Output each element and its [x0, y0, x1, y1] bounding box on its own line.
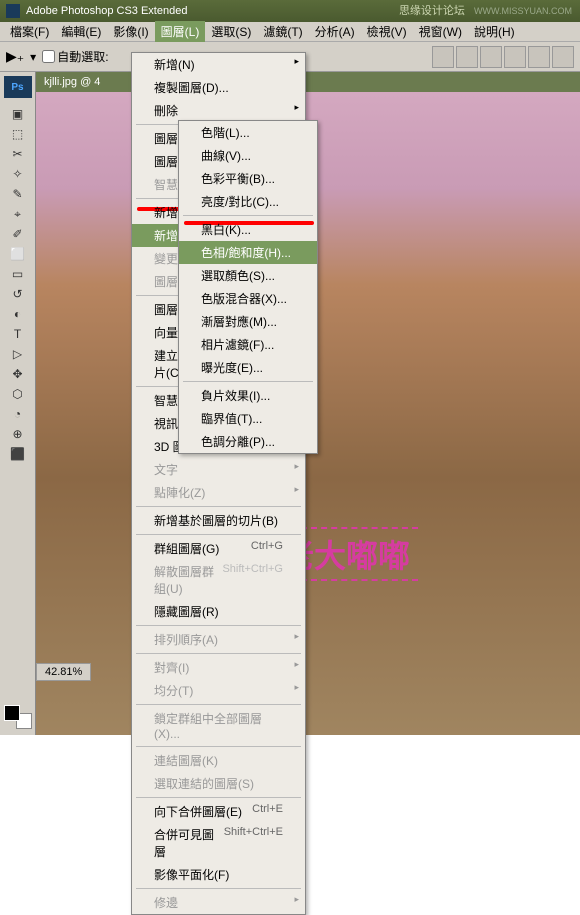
- menu-separator: [136, 888, 301, 889]
- menu-item[interactable]: 色階(L)...: [179, 121, 317, 144]
- menubar: 檔案(F)編輯(E)影像(I)圖層(L)選取(S)濾鏡(T)分析(A)檢視(V)…: [0, 22, 580, 42]
- menu-item[interactable]: 色相/飽和度(H)...: [179, 241, 317, 264]
- document-tab[interactable]: kjlli.jpg @ 4: [36, 73, 108, 91]
- menu-item: 解散圖層群組(U)Shift+Ctrl+G: [132, 560, 305, 600]
- menu-separator: [136, 704, 301, 705]
- menu-item[interactable]: 色彩平衡(B)...: [179, 167, 317, 190]
- menu-item[interactable]: 向下合併圖層(E)Ctrl+E: [132, 800, 305, 823]
- menubar-item[interactable]: 檢視(V): [361, 21, 413, 42]
- menu-separator: [136, 653, 301, 654]
- tool-button[interactable]: ⬚: [7, 124, 29, 144]
- menubar-item[interactable]: 濾鏡(T): [257, 21, 308, 42]
- tool-button[interactable]: ⌖: [7, 204, 29, 224]
- menubar-item[interactable]: 視窗(W): [413, 21, 468, 42]
- menubar-item[interactable]: 選取(S): [205, 21, 257, 42]
- tool-button[interactable]: ◔: [7, 404, 29, 424]
- menu-item[interactable]: 曲線(V)...: [179, 144, 317, 167]
- menu-item[interactable]: 臨界值(T)...: [179, 407, 317, 430]
- tool-button[interactable]: ⬜: [7, 244, 29, 264]
- zoom-indicator[interactable]: 42.81%: [36, 663, 91, 681]
- tool-button[interactable]: ▭: [7, 264, 29, 284]
- menu-item: 鎖定群組中全部圖層(X)...: [132, 707, 305, 744]
- align-icon[interactable]: [480, 46, 502, 68]
- tool-button[interactable]: ⊕: [7, 424, 29, 444]
- tool-button[interactable]: ↺: [7, 284, 29, 304]
- menu-item[interactable]: 亮度/對比(C)...: [179, 190, 317, 213]
- menu-item[interactable]: 曝光度(E)...: [179, 356, 317, 379]
- tool-button[interactable]: ✎: [7, 184, 29, 204]
- menu-item[interactable]: 複製圖層(D)...: [132, 76, 305, 99]
- menu-item: 均分(T): [132, 679, 305, 702]
- menu-item[interactable]: 刪除: [132, 99, 305, 122]
- align-icon[interactable]: [504, 46, 526, 68]
- menu-separator: [136, 746, 301, 747]
- menu-item[interactable]: 黑白(K)...: [179, 218, 317, 241]
- menu-item: 修邊: [132, 891, 305, 914]
- move-tool-indicator: ▶₊: [6, 48, 24, 65]
- align-icon[interactable]: [432, 46, 454, 68]
- menubar-item[interactable]: 說明(H): [468, 21, 521, 42]
- fg-color[interactable]: [4, 705, 20, 721]
- menu-item[interactable]: 新增基於圖層的切片(B): [132, 509, 305, 532]
- menu-item: 選取連結的圖層(S): [132, 772, 305, 795]
- menu-separator: [183, 215, 313, 216]
- adjustment-layer-submenu: 色階(L)...曲線(V)...色彩平衡(B)...亮度/對比(C)... 黑白(…: [178, 120, 318, 454]
- menubar-item[interactable]: 影像(I): [107, 21, 154, 42]
- menu-separator: [136, 506, 301, 507]
- tool-button[interactable]: ✥: [7, 364, 29, 384]
- menu-item: 對齊(I): [132, 656, 305, 679]
- menu-item[interactable]: 負片效果(I)...: [179, 384, 317, 407]
- ps-logo: Ps: [4, 76, 32, 98]
- menu-item[interactable]: 色版混合器(X)...: [179, 287, 317, 310]
- align-icon[interactable]: [552, 46, 574, 68]
- menu-item: 文字: [132, 458, 305, 481]
- menu-item[interactable]: 合併可見圖層Shift+Ctrl+E: [132, 823, 305, 863]
- app-title: Adobe Photoshop CS3 Extended: [26, 5, 187, 17]
- auto-select-checkbox[interactable]: 自動選取:: [42, 48, 108, 65]
- menubar-item[interactable]: 圖層(L): [155, 21, 206, 42]
- tool-button[interactable]: ▷: [7, 344, 29, 364]
- menubar-item[interactable]: 分析(A): [309, 21, 361, 42]
- menu-item[interactable]: 新增(N): [132, 53, 305, 76]
- menubar-item[interactable]: 檔案(F): [4, 21, 55, 42]
- menu-separator: [136, 534, 301, 535]
- tools-panel: Ps ▣⬚✂✧✎⌖✐⬜▭↺◐T▷✥⬡◔⊕⬛: [0, 72, 36, 735]
- menu-separator: [183, 381, 313, 382]
- color-swatches[interactable]: [4, 705, 32, 729]
- menu-item[interactable]: 影像平面化(F): [132, 863, 305, 886]
- app-icon: [6, 4, 20, 18]
- tool-button[interactable]: ✐: [7, 224, 29, 244]
- menu-item: 排列順序(A): [132, 628, 305, 651]
- menu-separator: [136, 797, 301, 798]
- tool-button[interactable]: T: [7, 324, 29, 344]
- align-icons: [432, 46, 574, 68]
- menu-item[interactable]: 群組圖層(G)Ctrl+G: [132, 537, 305, 560]
- menu-item[interactable]: 選取顏色(S)...: [179, 264, 317, 287]
- menubar-item[interactable]: 編輯(E): [55, 21, 107, 42]
- tool-button[interactable]: ◐: [7, 304, 29, 324]
- tool-button[interactable]: ⬛: [7, 444, 29, 464]
- watermark: 思缘设计论坛 WWW.MISSYUAN.COM: [399, 2, 572, 18]
- menu-item[interactable]: 漸層對應(M)...: [179, 310, 317, 333]
- menu-item[interactable]: 相片濾鏡(F)...: [179, 333, 317, 356]
- tool-button[interactable]: ✧: [7, 164, 29, 184]
- menu-item[interactable]: 色調分離(P)...: [179, 430, 317, 453]
- tool-button[interactable]: ⬡: [7, 384, 29, 404]
- menu-item: 連結圖層(K): [132, 749, 305, 772]
- align-icon[interactable]: [528, 46, 550, 68]
- menu-item: 點陣化(Z): [132, 481, 305, 504]
- tool-button[interactable]: ✂: [7, 144, 29, 164]
- menu-separator: [136, 625, 301, 626]
- tool-button[interactable]: ▣: [7, 104, 29, 124]
- align-icon[interactable]: [456, 46, 478, 68]
- menu-item[interactable]: 隱藏圖層(R): [132, 600, 305, 623]
